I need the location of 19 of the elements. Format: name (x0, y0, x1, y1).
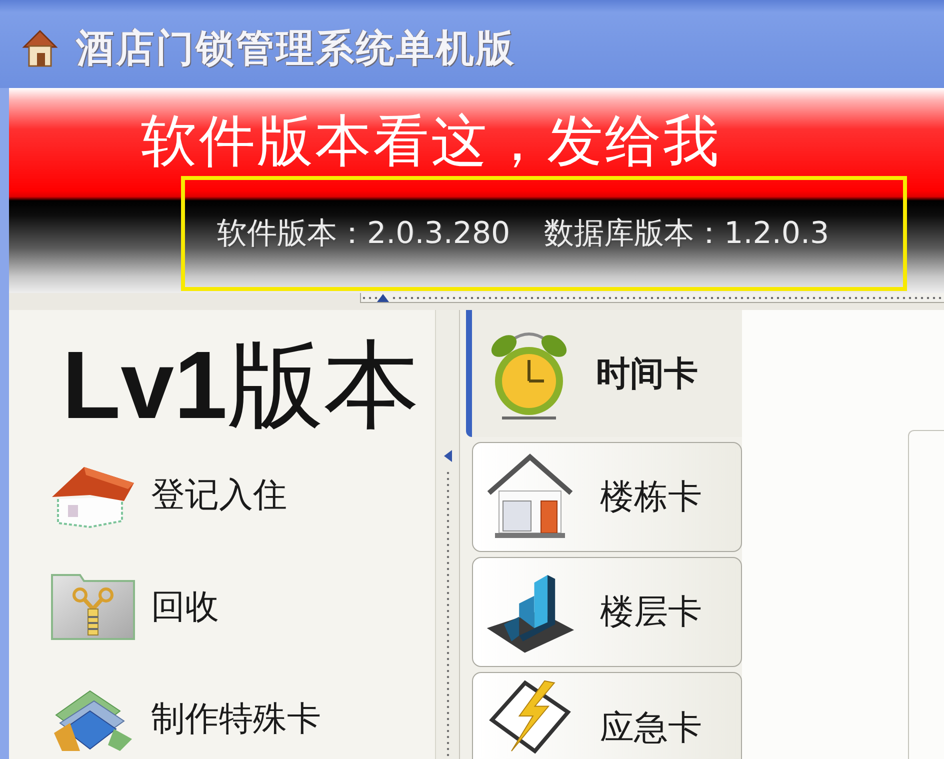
splitter-handle[interactable] (360, 293, 944, 303)
card-tab[interactable]: 楼层卡 (472, 557, 742, 667)
folder-icon (50, 573, 136, 641)
annotation-caption: 软件版本看这，发给我 (141, 110, 722, 174)
sidebar-item[interactable]: 登记入住 (50, 461, 287, 529)
database-version-text: 数据库版本：1.2.0.3 (544, 215, 830, 253)
card-tab[interactable]: 时间卡 (466, 310, 742, 437)
up-arrow-icon[interactable] (377, 294, 389, 302)
house-icon (22, 28, 58, 68)
window-title: 酒店门锁管理系统单机版 (76, 24, 516, 72)
card-tab[interactable]: 楼栋卡 (472, 442, 742, 552)
left-arrow-icon[interactable] (444, 450, 452, 462)
sidebar-item[interactable]: 制作特殊卡 (50, 685, 321, 753)
annotation-label: Lv1版本 (62, 336, 420, 436)
sidebar-item[interactable]: 回收 (50, 573, 219, 641)
house-icon (485, 453, 575, 541)
software-version-text: 软件版本：2.0.3.280 (217, 215, 510, 253)
splitter-bar[interactable] (435, 310, 460, 759)
card-tab[interactable]: 应急卡 (472, 672, 742, 759)
